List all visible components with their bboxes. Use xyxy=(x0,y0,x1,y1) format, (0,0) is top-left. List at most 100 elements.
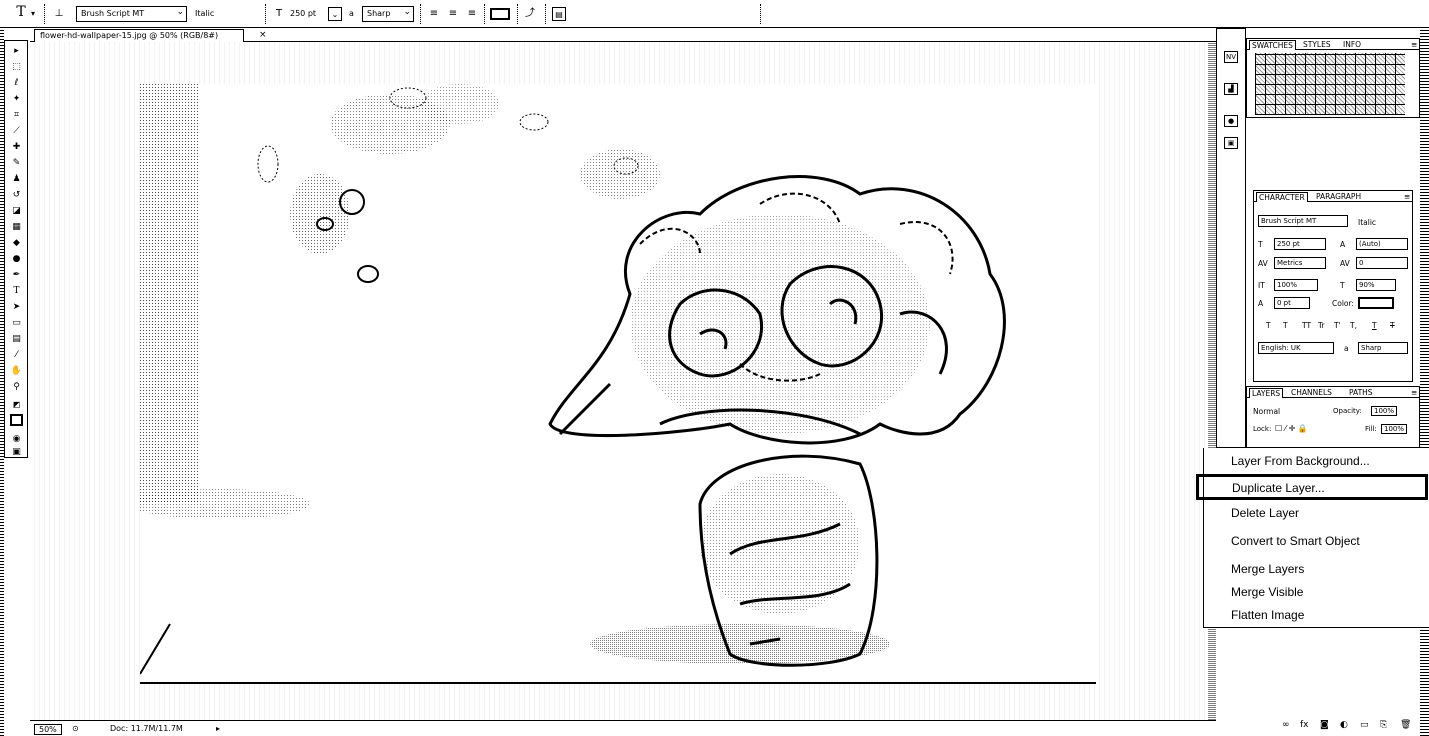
path-selection-icon[interactable]: ➤ xyxy=(10,301,23,313)
tab-styles[interactable]: STYLES xyxy=(1301,40,1333,49)
status-info-icon[interactable]: ⊙ xyxy=(72,724,79,733)
type-tool-icon[interactable]: T xyxy=(14,5,28,19)
gradient-tool-icon[interactable]: ▦ xyxy=(10,221,23,233)
character-font-size[interactable]: 250 pt xyxy=(1274,238,1326,250)
foreground-color-swatch[interactable] xyxy=(10,414,23,426)
style-strikethrough-icon[interactable]: T xyxy=(1390,321,1395,330)
menu-item-delete-layer[interactable]: Delete Layer xyxy=(1231,506,1299,520)
swap-colors-icon[interactable]: ◩ xyxy=(10,399,23,411)
align-center-icon[interactable]: ≡ xyxy=(446,7,460,21)
character-color-swatch[interactable] xyxy=(1358,297,1394,309)
character-anti-alias[interactable]: Sharp xyxy=(1358,342,1408,354)
new-group-icon[interactable]: ▭ xyxy=(1360,720,1369,730)
zoom-level[interactable]: 50% xyxy=(34,724,62,735)
eyedropper-icon[interactable]: ⁄ xyxy=(10,349,23,361)
menu-item-duplicate-layer[interactable]: Duplicate Layer... xyxy=(1196,474,1428,500)
tab-paths[interactable]: PATHS xyxy=(1347,388,1375,397)
character-vertical-scale[interactable]: 100% xyxy=(1274,279,1318,291)
tab-character[interactable]: CHARACTER xyxy=(1256,192,1308,202)
anti-alias-dropdown[interactable]: Sharp ⌄ xyxy=(362,6,414,22)
tab-paragraph[interactable]: PARAGRAPH xyxy=(1314,192,1363,201)
font-size-value[interactable]: 250 pt xyxy=(290,9,316,18)
blend-mode-dropdown[interactable]: Normal xyxy=(1253,407,1280,416)
dodge-tool-icon[interactable]: ● xyxy=(10,253,23,265)
menu-item-flatten-image[interactable]: Flatten Image xyxy=(1231,608,1304,622)
swatch-grid[interactable] xyxy=(1255,53,1405,115)
menu-item-merge-visible[interactable]: Merge Visible xyxy=(1231,585,1303,599)
align-right-icon[interactable]: ≡ xyxy=(465,7,479,21)
style-faux-bold-icon[interactable]: T xyxy=(1266,321,1271,330)
panel-menu-icon[interactable]: ≡ xyxy=(1409,40,1419,49)
brush-tool-icon[interactable]: ✎ xyxy=(10,157,23,169)
menu-item-merge-layers[interactable]: Merge Layers xyxy=(1231,562,1304,576)
screen-mode-icon[interactable]: ▣ xyxy=(10,446,23,458)
navigator-icon[interactable]: NV xyxy=(1224,51,1238,63)
close-icon[interactable]: × xyxy=(259,30,267,40)
move-tool-icon[interactable]: ▸ xyxy=(10,45,23,57)
history-icon[interactable]: ▣ xyxy=(1224,137,1238,149)
menu-item-convert-to-smart-object[interactable]: Convert to Smart Object xyxy=(1231,534,1360,548)
actions-icon[interactable]: ● xyxy=(1224,115,1238,127)
layer-mask-icon[interactable]: ◙ xyxy=(1320,720,1329,730)
history-brush-icon[interactable]: ↺ xyxy=(10,189,23,201)
font-size-chevron-icon[interactable]: ⌄ xyxy=(328,7,342,21)
align-left-icon[interactable]: ≡ xyxy=(427,7,441,21)
zoom-tool-icon[interactable]: ⚲ xyxy=(10,381,23,393)
document-image[interactable] xyxy=(140,84,1096,684)
tab-swatches[interactable]: SWATCHES xyxy=(1249,40,1296,50)
tab-layers[interactable]: LAYERS xyxy=(1249,388,1284,398)
notes-tool-icon[interactable]: ▤ xyxy=(10,333,23,345)
delete-layer-icon[interactable]: 🗑 xyxy=(1400,720,1411,730)
adjustment-layer-icon[interactable]: ◐ xyxy=(1340,720,1348,730)
pen-tool-icon[interactable]: ✒ xyxy=(10,269,23,281)
histogram-icon[interactable]: ▟ xyxy=(1224,83,1238,95)
new-layer-icon[interactable]: ⎘ xyxy=(1380,720,1387,730)
character-leading[interactable]: (Auto) xyxy=(1356,238,1408,250)
shape-tool-icon[interactable]: ▭ xyxy=(10,317,23,329)
style-small-caps-icon[interactable]: Tr xyxy=(1318,321,1325,330)
crop-tool-icon[interactable]: ⌗ xyxy=(10,109,23,121)
link-layers-icon[interactable]: ∞ xyxy=(1282,720,1290,730)
style-underline-icon[interactable]: T xyxy=(1372,321,1377,330)
healing-brush-icon[interactable]: ✚ xyxy=(10,141,23,153)
status-menu-icon[interactable]: ▸ xyxy=(216,724,220,733)
opacity-value[interactable]: 100% xyxy=(1371,406,1398,416)
hand-tool-icon[interactable]: ✋ xyxy=(10,365,23,377)
panel-menu-icon[interactable]: ≡ xyxy=(1409,388,1419,397)
font-family-dropdown[interactable]: Brush Script MT ⌄ xyxy=(76,6,187,22)
style-all-caps-icon[interactable]: TT xyxy=(1302,321,1311,330)
text-color-swatch[interactable] xyxy=(490,8,510,20)
type-tool-icon[interactable]: T xyxy=(10,285,23,297)
font-style-value[interactable]: Italic xyxy=(195,9,214,18)
tab-channels[interactable]: CHANNELS xyxy=(1289,388,1334,397)
character-baseline-shift[interactable]: 0 pt xyxy=(1274,297,1310,309)
lock-icons[interactable]: ☐ ⁄ ✛ 🔒 xyxy=(1275,424,1308,433)
character-language[interactable]: English: UK xyxy=(1258,342,1334,354)
clone-stamp-icon[interactable]: ♟ xyxy=(10,173,23,185)
character-font-family[interactable]: Brush Script MT xyxy=(1258,215,1348,227)
style-faux-italic-icon[interactable]: T xyxy=(1283,321,1288,330)
panel-menu-icon[interactable]: ≡ xyxy=(1402,192,1412,201)
layer-style-icon[interactable]: fx xyxy=(1300,720,1309,730)
quick-mask-icon[interactable]: ◉ xyxy=(10,433,23,445)
lasso-tool-icon[interactable]: ℓ xyxy=(10,77,23,89)
text-orientation-icon[interactable]: ⊥ xyxy=(52,7,66,21)
style-superscript-icon[interactable]: T' xyxy=(1334,321,1341,330)
marquee-tool-icon[interactable]: ⬚ xyxy=(10,61,23,73)
eraser-tool-icon[interactable]: ◪ xyxy=(10,205,23,217)
tool-preset-chevron-icon[interactable]: ▾ xyxy=(31,9,35,18)
character-kerning[interactable]: Metrics xyxy=(1274,257,1326,269)
character-tracking[interactable]: 0 xyxy=(1356,257,1408,269)
magic-wand-icon[interactable]: ✦ xyxy=(10,93,23,105)
character-font-style[interactable]: Italic xyxy=(1358,218,1376,227)
fill-value[interactable]: 100% xyxy=(1381,424,1408,434)
warp-text-icon[interactable]: ⤴ xyxy=(523,7,537,21)
tab-info[interactable]: INFO xyxy=(1341,40,1363,49)
toggle-panels-icon[interactable]: ▤ xyxy=(552,7,566,21)
character-horizontal-scale[interactable]: 90% xyxy=(1356,279,1396,291)
slice-tool-icon[interactable]: ⟋ xyxy=(10,125,23,137)
menu-item-layer-from-background[interactable]: Layer From Background... xyxy=(1231,454,1370,468)
document-tab[interactable]: flower-hd-wallpaper-15.jpg @ 50% (RGB/8#… xyxy=(34,29,244,42)
style-subscript-icon[interactable]: T, xyxy=(1350,321,1357,330)
blur-tool-icon[interactable]: ◆ xyxy=(10,237,23,249)
